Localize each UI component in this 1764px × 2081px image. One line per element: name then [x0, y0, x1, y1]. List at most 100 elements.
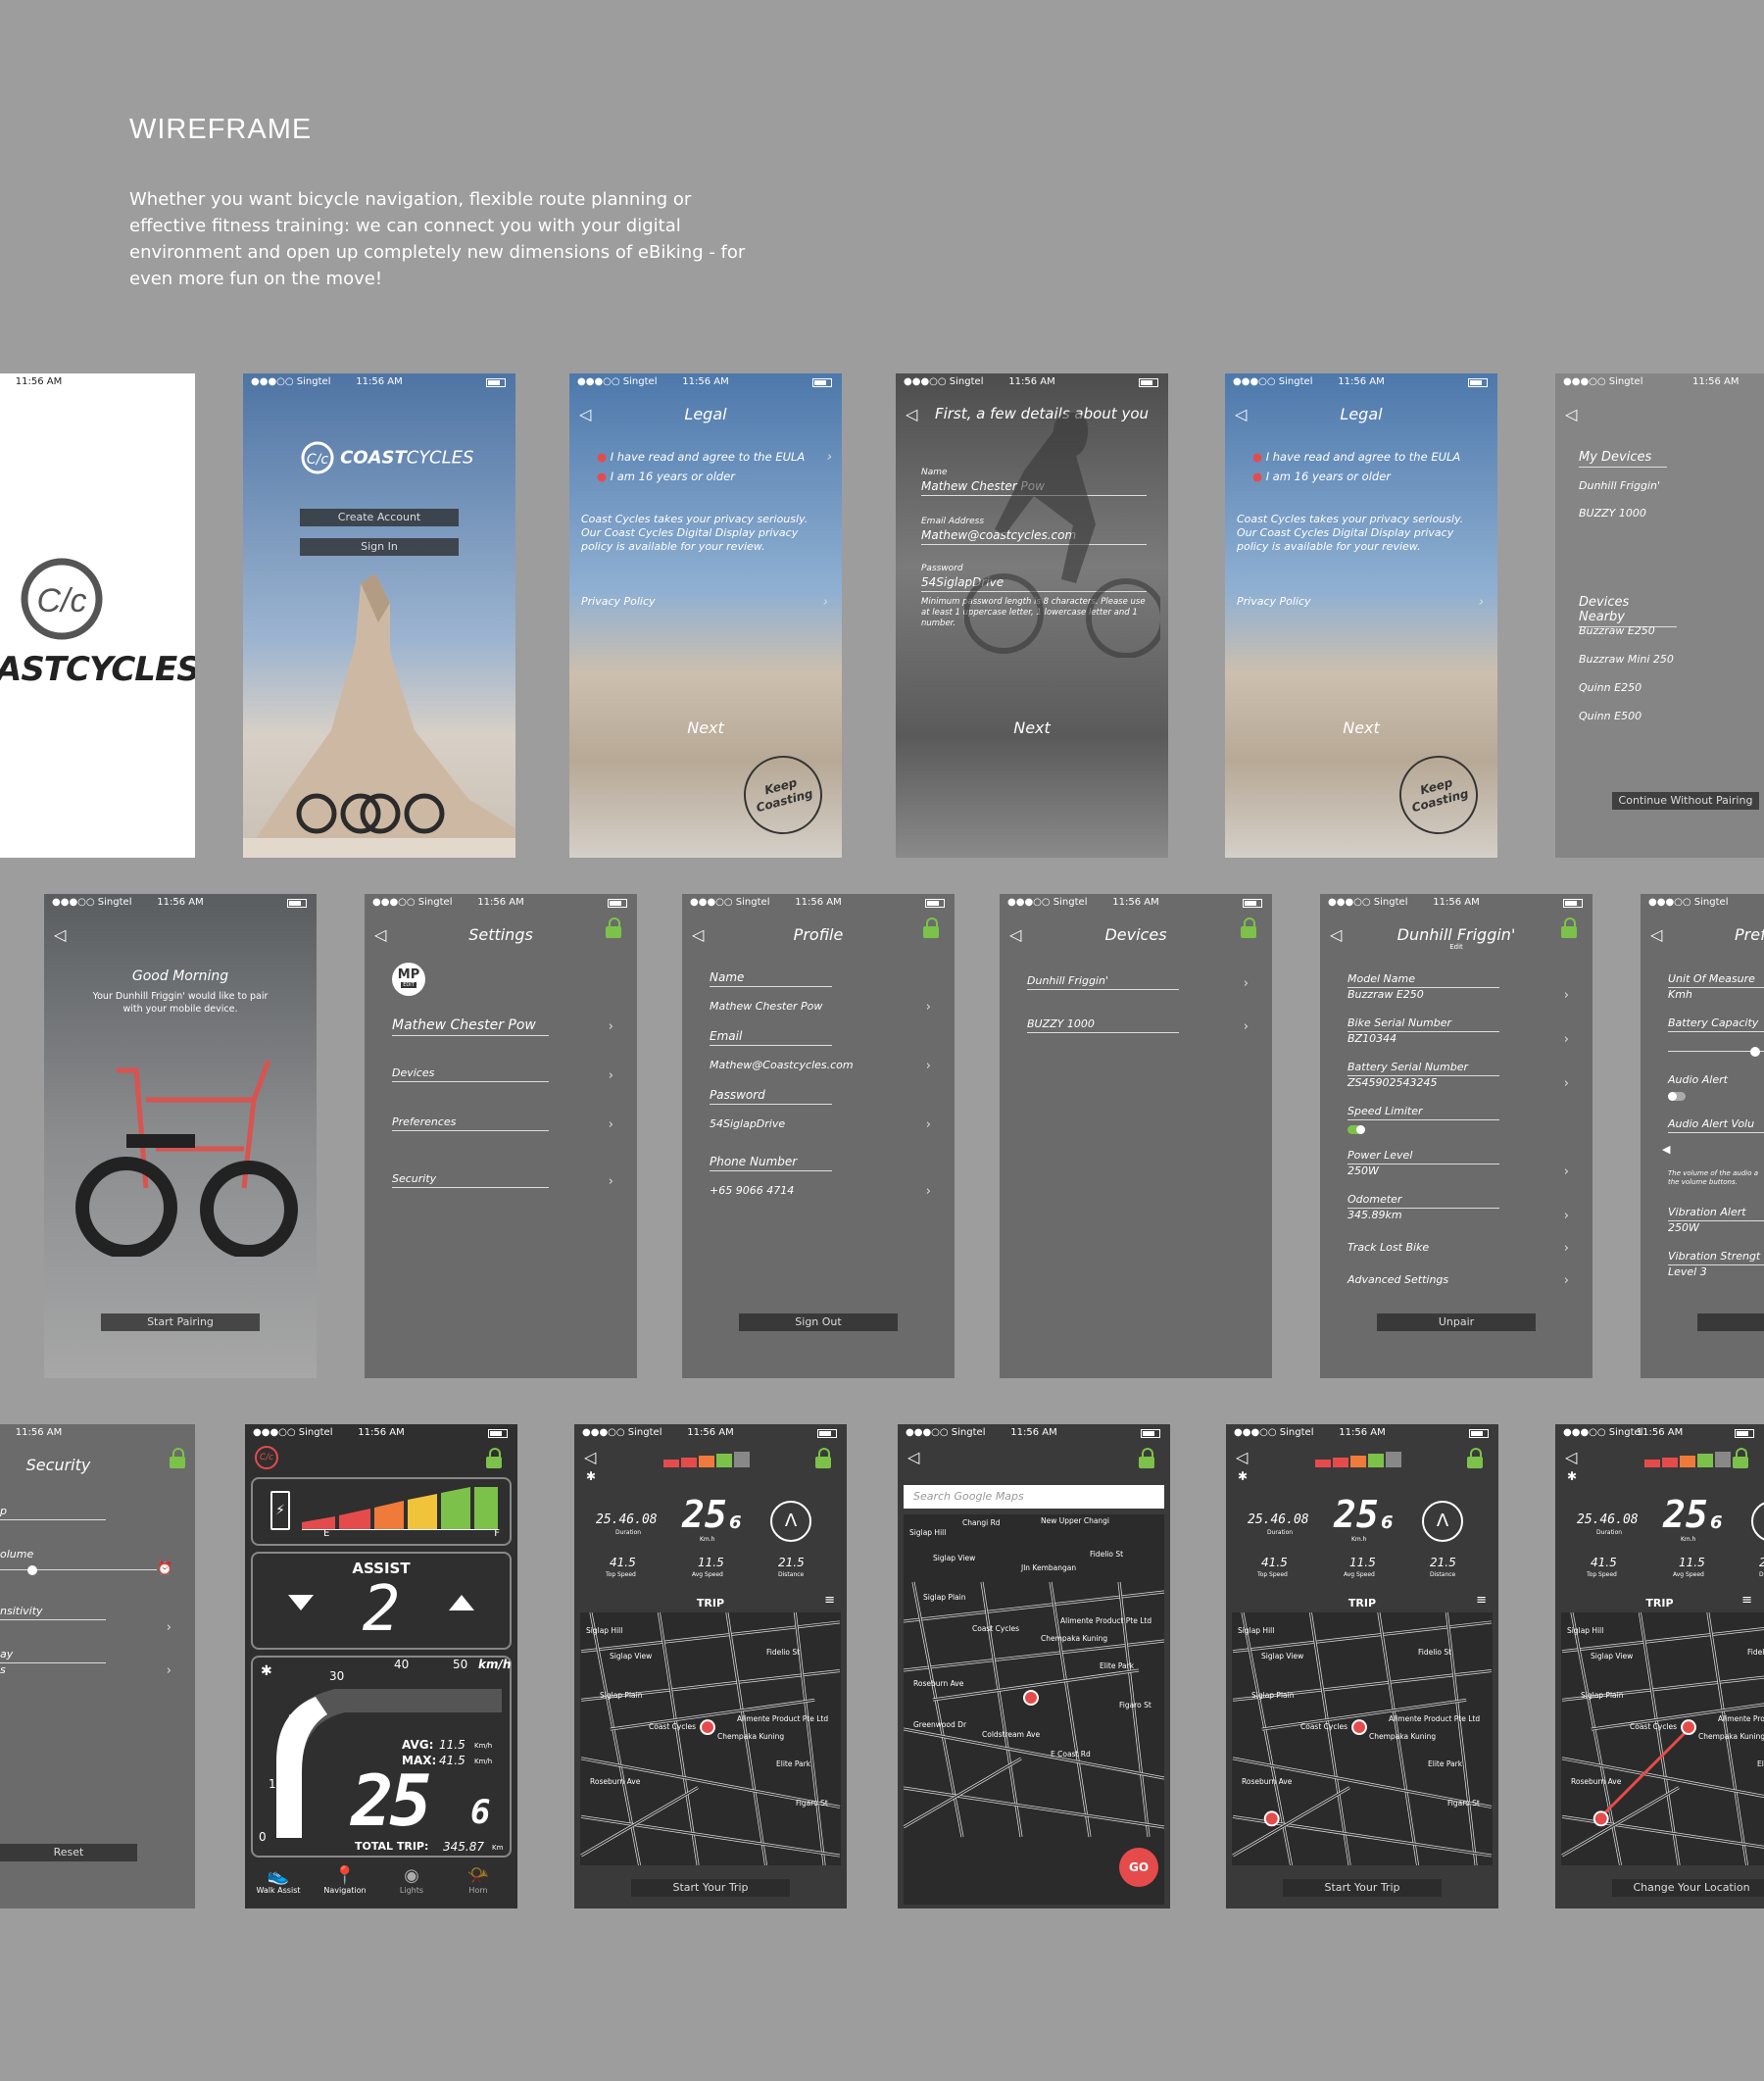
- unit-of-measure-value[interactable]: Kmh: [1668, 988, 1764, 1001]
- battery-gauge-panel: ⚡ E F: [251, 1477, 512, 1546]
- unlock-icon[interactable]: [815, 1448, 831, 1468]
- vibration-alert-value[interactable]: 250W: [1668, 1221, 1764, 1234]
- map-label: Siglap Hill: [1567, 1626, 1604, 1635]
- audio-alert-toggle[interactable]: [1668, 1092, 1686, 1101]
- battery-charge-icon: ⚡: [270, 1491, 290, 1530]
- profile-value-email[interactable]: Mathew@Coastcycles.com: [710, 1059, 935, 1071]
- map-label: Coast Cycles: [1300, 1722, 1348, 1731]
- settings-item-devices[interactable]: Devices: [392, 1066, 549, 1082]
- age-checkbox[interactable]: ● I am 16 years or older: [1252, 470, 1478, 483]
- model-name-value[interactable]: Buzzraw E250: [1348, 988, 1573, 1001]
- map-panel[interactable]: Siglap Hill Siglap View Siglap Plain Fideli…: [904, 1514, 1164, 1905]
- unpair-button[interactable]: Unpair: [1377, 1313, 1536, 1331]
- unlock-icon[interactable]: [1241, 917, 1256, 938]
- reset-button[interactable]: Reset: [0, 1844, 137, 1861]
- screen-welcome: ●●●○○ Singtel 11:56 AM C/c COASTCYCLES Cr…: [243, 373, 515, 858]
- profile-value-name[interactable]: Mathew Chester Pow: [710, 1000, 935, 1013]
- create-account-button[interactable]: Create Account: [300, 509, 459, 526]
- unlock-icon[interactable]: [1139, 1448, 1154, 1468]
- compass-icon[interactable]: Λ: [1422, 1501, 1463, 1542]
- next-button[interactable]: Next: [896, 718, 1168, 737]
- devices-item[interactable]: BUZZY 1000: [1027, 1017, 1179, 1033]
- go-button[interactable]: GO: [1119, 1848, 1158, 1887]
- compass-icon[interactable]: Λ: [1751, 1501, 1764, 1542]
- map-panel[interactable]: Siglap Hill Siglap View Siglap Plain Fideli…: [1561, 1612, 1764, 1865]
- eula-checkbox[interactable]: ● I have read and agree to the EULA: [1252, 450, 1478, 464]
- compass-icon[interactable]: Λ: [770, 1501, 811, 1542]
- nav-walk-assist[interactable]: 👟 Walk Assist: [249, 1865, 308, 1895]
- nearby-item[interactable]: Buzzraw Mini 250: [1579, 653, 1764, 666]
- back-icon[interactable]: ◁: [584, 1448, 596, 1466]
- unlock-icon[interactable]: [606, 917, 621, 938]
- settings-item-security[interactable]: Security: [392, 1172, 549, 1188]
- welcome-logo: C/c COASTCYCLES: [300, 440, 473, 475]
- devices-item[interactable]: Dunhill Friggin': [1027, 974, 1179, 990]
- trip-action-button[interactable]: Start Your Trip: [631, 1879, 790, 1897]
- edit-link[interactable]: Edit: [1320, 943, 1592, 951]
- settings-user-name[interactable]: Mathew Chester Pow: [392, 1017, 549, 1036]
- next-button[interactable]: Next: [1225, 718, 1497, 737]
- profile-value-phone[interactable]: +65 9066 4714: [710, 1184, 935, 1197]
- back-icon[interactable]: ◁: [907, 1448, 919, 1466]
- power-level-value[interactable]: 250W: [1348, 1164, 1573, 1177]
- start-pairing-button[interactable]: Start Pairing: [101, 1313, 260, 1331]
- nav-horn[interactable]: 📯 Horn: [449, 1865, 508, 1895]
- nearby-item[interactable]: Quinn E500: [1579, 710, 1764, 722]
- sign-out-button[interactable]: Sign Out: [739, 1313, 898, 1331]
- nearby-item[interactable]: Quinn E250: [1579, 681, 1764, 694]
- sign-in-button[interactable]: Sign In: [300, 538, 459, 556]
- chevron-right-icon: ›: [1563, 1241, 1569, 1256]
- age-checkbox[interactable]: ● I am 16 years or older: [597, 470, 822, 483]
- unlock-icon[interactable]: [1467, 1448, 1483, 1468]
- profile-value-password[interactable]: 54SiglapDrive: [710, 1117, 935, 1130]
- back-icon[interactable]: ◁: [1650, 925, 1662, 944]
- unlock-icon[interactable]: [1561, 917, 1577, 938]
- assist-increase-icon[interactable]: [449, 1595, 474, 1610]
- settings-title: Settings: [468, 925, 533, 944]
- device-item[interactable]: BUZZY 1000: [1579, 507, 1764, 520]
- menu-icon[interactable]: ≡: [824, 1593, 835, 1608]
- avatar[interactable]: MP EDIT: [392, 963, 425, 996]
- unlock-icon[interactable]: [923, 917, 939, 938]
- vibration-strength-value[interactable]: Level 3: [1668, 1265, 1764, 1278]
- trip-action-button[interactable]: Change Your Location: [1612, 1879, 1764, 1897]
- back-icon[interactable]: ◁: [1565, 1448, 1577, 1466]
- settings-item-preferences[interactable]: Preferences: [392, 1115, 549, 1131]
- map-search-input[interactable]: Search Google Maps: [904, 1485, 1164, 1509]
- trip-action-button[interactable]: Start Your Trip: [1283, 1879, 1442, 1897]
- battery-level-bars: [663, 1452, 750, 1467]
- battery-serial-value[interactable]: ZS45902543245: [1348, 1076, 1573, 1089]
- nav-lights[interactable]: ◉ Lights: [382, 1865, 441, 1895]
- preferences-action-button[interactable]: [1697, 1313, 1764, 1331]
- track-lost-bike-link[interactable]: Track Lost Bike: [1348, 1241, 1573, 1254]
- privacy-policy-link[interactable]: Privacy Policy ›: [581, 595, 836, 610]
- map-panel[interactable]: Siglap Hill Siglap View Siglap Plain Fideli…: [580, 1612, 841, 1865]
- nearby-item[interactable]: Buzzraw E250: [1579, 624, 1764, 637]
- unlock-icon[interactable]: [170, 1448, 185, 1468]
- unlock-icon[interactable]: [486, 1448, 502, 1468]
- pair-message: Your Dunhill Friggin' would like to pair…: [92, 991, 269, 1015]
- menu-icon[interactable]: ≡: [1476, 1593, 1487, 1608]
- advanced-settings-link[interactable]: Advanced Settings: [1348, 1273, 1573, 1286]
- check-icon: ●: [1252, 470, 1263, 483]
- back-icon[interactable]: ◁: [54, 925, 66, 944]
- speed-limiter-toggle[interactable]: [1348, 1125, 1365, 1134]
- map-label: Alimente Product Pte Ltd: [1060, 1616, 1152, 1625]
- unlock-icon[interactable]: [1733, 1448, 1748, 1468]
- chevron-right-icon: ›: [608, 1174, 613, 1189]
- back-icon[interactable]: ◁: [1565, 405, 1577, 423]
- continue-without-pairing-button[interactable]: Continue Without Pairing: [1612, 792, 1759, 810]
- bike-serial-value[interactable]: BZ10344: [1348, 1032, 1573, 1045]
- battery-capacity-slider[interactable]: [1668, 1047, 1764, 1057]
- bluetooth-icon: ✱: [1567, 1469, 1578, 1483]
- device-item[interactable]: Dunhill Friggin': [1579, 479, 1764, 492]
- map-panel[interactable]: Siglap Hill Siglap View Siglap Plain Fideli…: [1232, 1612, 1493, 1865]
- nav-navigation[interactable]: 📍 Navigation: [316, 1865, 374, 1895]
- security-volume-slider[interactable]: [0, 1565, 157, 1575]
- privacy-policy-link[interactable]: Privacy Policy ›: [1237, 595, 1492, 610]
- eula-checkbox[interactable]: ● I have read and agree to the EULA ›: [597, 450, 832, 465]
- next-button[interactable]: Next: [569, 718, 842, 737]
- back-icon[interactable]: ◁: [1236, 1448, 1248, 1466]
- menu-icon[interactable]: ≡: [1741, 1593, 1752, 1608]
- map-label: Chempaka Kuning: [717, 1732, 785, 1741]
